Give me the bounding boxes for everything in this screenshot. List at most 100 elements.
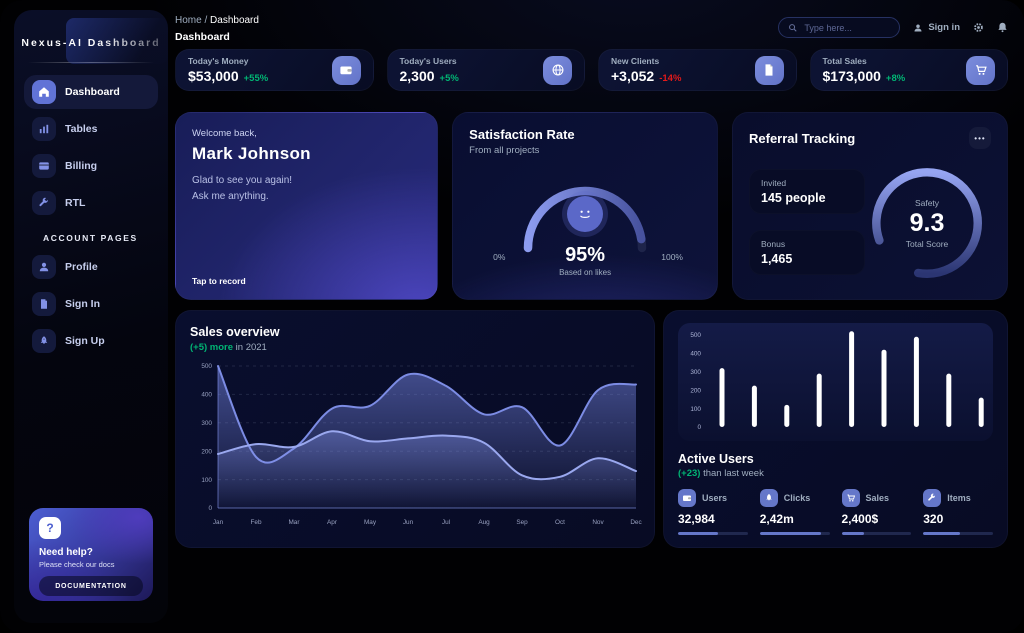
stat-text: Total Sales $173,000 +8% <box>823 56 906 84</box>
tap-to-record-button[interactable]: Tap to record <box>192 276 246 286</box>
stat-delta: -14% <box>659 73 681 84</box>
stat-label: Today's Users <box>400 56 459 66</box>
metric-value: 32,984 <box>678 512 748 526</box>
sidebar-item-label: Dashboard <box>65 86 120 98</box>
progress-bar <box>760 532 830 535</box>
svg-text:200: 200 <box>201 448 212 455</box>
help-card: ? Need help? Please check our docs DOCUM… <box>29 508 153 601</box>
gear-icon[interactable] <box>973 22 984 33</box>
metric-label: Users <box>702 493 727 503</box>
bonus-value: 1,465 <box>761 252 853 266</box>
svg-text:Jun: Jun <box>403 519 414 526</box>
referral-gauge: Safety 9.3 Total Score <box>865 161 989 285</box>
bonus-label: Bonus <box>761 239 853 249</box>
stat-text: Today's Users 2,300 +5% <box>400 56 459 84</box>
sales-overview-title: Sales overview <box>190 325 640 339</box>
header-controls: Sign in <box>778 17 1008 38</box>
cart-icon <box>966 56 995 85</box>
svg-text:0: 0 <box>697 424 701 431</box>
smiley-icon <box>567 196 603 232</box>
ellipsis-menu-button[interactable]: ••• <box>969 127 991 149</box>
wrench-icon <box>32 191 56 215</box>
satisfaction-caption: Based on likes <box>469 268 701 277</box>
stat-value: $53,000 <box>188 68 239 84</box>
stat-card-total-sales: Total Sales $173,000 +8% <box>810 49 1009 91</box>
stat-delta: +8% <box>886 73 905 84</box>
sidebar-item-dashboard[interactable]: Dashboard <box>24 75 158 109</box>
metric-items: Items 320 <box>923 489 993 535</box>
sidebar-item-tables[interactable]: Tables <box>24 112 158 146</box>
breadcrumb-separator: / <box>204 15 207 26</box>
stat-card-todays-money: Today's Money $53,000 +55% <box>175 49 374 91</box>
sidebar-item-label: RTL <box>65 197 85 209</box>
svg-text:Sep: Sep <box>516 519 528 526</box>
rocket-icon <box>32 329 56 353</box>
document-icon <box>755 56 784 85</box>
satisfaction-card: Satisfaction Rate From all projects <box>452 112 718 300</box>
invited-box: Invited 145 people <box>749 169 865 214</box>
breadcrumb-block: Home / Dashboard Dashboard <box>175 15 259 43</box>
signin-button[interactable]: Sign in <box>913 22 960 33</box>
progress-bar <box>678 532 748 535</box>
search-box[interactable] <box>778 17 900 38</box>
progress-bar <box>842 532 912 535</box>
sidebar-nav: Dashboard Tables Billing RTL ACCOU <box>14 75 168 358</box>
metric-label: Items <box>947 493 971 503</box>
sidebar-item-billing[interactable]: Billing <box>24 149 158 183</box>
svg-text:Aug: Aug <box>478 519 490 526</box>
metric-label: Clicks <box>784 493 811 503</box>
stat-label: New Clients <box>611 56 681 66</box>
sidebar-item-signup[interactable]: Sign Up <box>24 324 158 358</box>
svg-text:Dec: Dec <box>630 519 642 526</box>
document-icon <box>32 292 56 316</box>
metric-users: Users 32,984 <box>678 489 748 535</box>
sidebar-item-label: Sign In <box>65 298 100 310</box>
search-input[interactable] <box>804 23 890 33</box>
svg-text:300: 300 <box>690 369 701 376</box>
bottom-row: Sales overview (+5) more in 2021 0100200… <box>175 310 1008 540</box>
active-users-delta: (+23) <box>678 468 700 479</box>
sidebar-item-label: Billing <box>65 160 97 172</box>
svg-text:400: 400 <box>201 392 212 399</box>
sidebar-item-signin[interactable]: Sign In <box>24 287 158 321</box>
globe-icon <box>543 56 572 85</box>
welcome-name: Mark Johnson <box>192 144 421 164</box>
active-users-card: 0100200300400500 Active Users (+23) than… <box>663 310 1008 548</box>
topbar: Home / Dashboard Dashboard Sign <box>175 0 1008 43</box>
sidebar-item-label: Sign Up <box>65 335 105 347</box>
page-title: Dashboard <box>175 31 259 43</box>
stat-value: +3,052 <box>611 68 654 84</box>
active-users-title: Active Users <box>678 452 993 466</box>
satisfaction-title: Satisfaction Rate <box>469 127 701 142</box>
stat-value: $173,000 <box>823 68 881 84</box>
welcome-greeting: Welcome back, <box>192 128 421 139</box>
sidebar-item-profile[interactable]: Profile <box>24 250 158 284</box>
active-users-delta-caption: than last week <box>703 468 764 479</box>
sidebar-item-label: Tables <box>65 123 97 135</box>
sidebar-item-rtl[interactable]: RTL <box>24 186 158 220</box>
svg-text:100: 100 <box>690 406 701 413</box>
bonus-box: Bonus 1,465 <box>749 230 865 275</box>
stat-delta: +55% <box>244 73 269 84</box>
bell-icon[interactable] <box>997 22 1008 33</box>
svg-text:500: 500 <box>690 332 701 339</box>
svg-text:Oct: Oct <box>555 519 565 526</box>
dashboard-app: Nexus-AI Dashboard Dashboard Tables Bill… <box>0 0 1024 633</box>
help-subtitle: Please check our docs <box>39 560 143 569</box>
stat-text: New Clients +3,052 -14% <box>611 56 681 84</box>
metric-label: Sales <box>866 493 890 503</box>
active-users-metrics: Users 32,984 Clicks 2,42m <box>678 489 993 535</box>
progress-bar <box>923 532 993 535</box>
sidebar-section-label: ACCOUNT PAGES <box>43 233 158 243</box>
svg-text:Feb: Feb <box>250 519 261 526</box>
breadcrumb-home[interactable]: Home <box>175 15 202 26</box>
main-content: Home / Dashboard Dashboard Sign <box>175 0 1008 540</box>
documentation-button[interactable]: DOCUMENTATION <box>39 576 143 596</box>
credit-card-icon <box>32 154 56 178</box>
score-caption: Total Score <box>906 239 949 249</box>
svg-text:Mar: Mar <box>288 519 300 526</box>
question-icon: ? <box>39 517 61 539</box>
active-users-bar-chart: 0100200300400500 <box>678 323 993 441</box>
sidebar-item-label: Profile <box>65 261 98 273</box>
metric-value: 2,400$ <box>842 512 912 526</box>
